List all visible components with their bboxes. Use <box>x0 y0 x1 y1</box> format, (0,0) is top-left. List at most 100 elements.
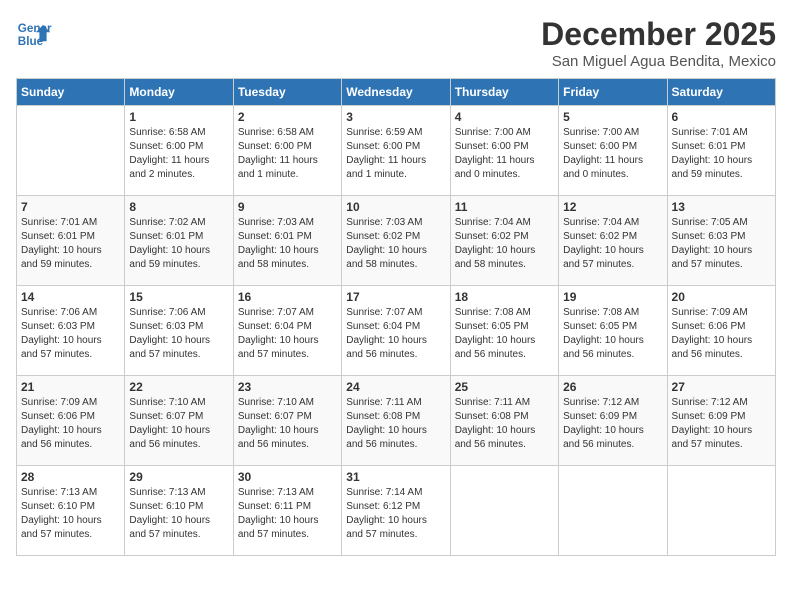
calendar-cell: 26 Sunrise: 7:12 AM Sunset: 6:09 PM Dayli… <box>559 376 667 466</box>
calendar-cell: 25 Sunrise: 7:11 AM Sunset: 6:08 PM Dayli… <box>450 376 558 466</box>
day-info: Sunrise: 7:03 AM Sunset: 6:01 PM Dayligh… <box>238 216 337 272</box>
day-number: 8 <box>129 200 228 214</box>
day-info: Sunrise: 7:06 AM Sunset: 6:03 PM Dayligh… <box>21 306 120 362</box>
day-number: 18 <box>455 290 554 304</box>
calendar-cell <box>559 466 667 556</box>
month-title: December 2025 <box>541 16 776 53</box>
day-number: 16 <box>238 290 337 304</box>
calendar-cell <box>667 466 775 556</box>
weekday-sunday: Sunday <box>17 79 125 106</box>
day-info: Sunrise: 7:10 AM Sunset: 6:07 PM Dayligh… <box>238 396 337 452</box>
calendar-cell: 22 Sunrise: 7:10 AM Sunset: 6:07 PM Dayli… <box>125 376 233 466</box>
calendar-cell: 12 Sunrise: 7:04 AM Sunset: 6:02 PM Dayli… <box>559 196 667 286</box>
day-number: 26 <box>563 380 662 394</box>
day-info: Sunrise: 7:13 AM Sunset: 6:10 PM Dayligh… <box>129 486 228 542</box>
day-number: 12 <box>563 200 662 214</box>
calendar-cell: 17 Sunrise: 7:07 AM Sunset: 6:04 PM Dayli… <box>342 286 450 376</box>
day-info: Sunrise: 7:08 AM Sunset: 6:05 PM Dayligh… <box>455 306 554 362</box>
calendar-cell: 19 Sunrise: 7:08 AM Sunset: 6:05 PM Dayli… <box>559 286 667 376</box>
day-info: Sunrise: 7:00 AM Sunset: 6:00 PM Dayligh… <box>455 126 554 182</box>
day-info: Sunrise: 7:05 AM Sunset: 6:03 PM Dayligh… <box>672 216 771 272</box>
day-number: 9 <box>238 200 337 214</box>
day-info: Sunrise: 7:07 AM Sunset: 6:04 PM Dayligh… <box>346 306 445 362</box>
day-info: Sunrise: 7:12 AM Sunset: 6:09 PM Dayligh… <box>563 396 662 452</box>
calendar-cell: 16Sunrise: 7:07 AM Sunset: 6:04 PM Dayli… <box>233 286 341 376</box>
calendar-cell: 10Sunrise: 7:03 AM Sunset: 6:02 PM Dayli… <box>342 196 450 286</box>
calendar-cell: 4Sunrise: 7:00 AM Sunset: 6:00 PM Daylig… <box>450 106 558 196</box>
day-info: Sunrise: 7:02 AM Sunset: 6:01 PM Dayligh… <box>129 216 228 272</box>
day-info: Sunrise: 7:10 AM Sunset: 6:07 PM Dayligh… <box>129 396 228 452</box>
day-info: Sunrise: 7:04 AM Sunset: 6:02 PM Dayligh… <box>563 216 662 272</box>
svg-text:General: General <box>18 22 52 35</box>
day-info: Sunrise: 7:13 AM Sunset: 6:10 PM Dayligh… <box>21 486 120 542</box>
day-info: Sunrise: 6:58 AM Sunset: 6:00 PM Dayligh… <box>238 126 337 182</box>
calendar-cell: 20 Sunrise: 7:09 AM Sunset: 6:06 PM Dayli… <box>667 286 775 376</box>
day-number: 25 <box>455 380 554 394</box>
calendar-cell: 28Sunrise: 7:13 AM Sunset: 6:10 PM Dayli… <box>17 466 125 556</box>
calendar-cell: 31 Sunrise: 7:14 AM Sunset: 6:12 PM Dayli… <box>342 466 450 556</box>
calendar-cell: 18 Sunrise: 7:08 AM Sunset: 6:05 PM Dayli… <box>450 286 558 376</box>
day-number: 1 <box>129 110 228 124</box>
day-number: 11 <box>455 200 554 214</box>
day-number: 19 <box>563 290 662 304</box>
calendar-cell: 7 Sunrise: 7:01 AM Sunset: 6:01 PM Daylig… <box>17 196 125 286</box>
day-number: 13 <box>672 200 771 214</box>
day-info: Sunrise: 7:00 AM Sunset: 6:00 PM Dayligh… <box>563 126 662 182</box>
day-number: 30 <box>238 470 337 484</box>
day-number: 6 <box>672 110 771 124</box>
day-number: 7 <box>21 200 120 214</box>
calendar-cell: 9 Sunrise: 7:03 AM Sunset: 6:01 PM Daylig… <box>233 196 341 286</box>
calendar-cell: 29Sunrise: 7:13 AM Sunset: 6:10 PM Dayli… <box>125 466 233 556</box>
calendar-cell: 14Sunrise: 7:06 AM Sunset: 6:03 PM Dayli… <box>17 286 125 376</box>
day-info: Sunrise: 7:14 AM Sunset: 6:12 PM Dayligh… <box>346 486 445 542</box>
day-info: Sunrise: 7:06 AM Sunset: 6:03 PM Dayligh… <box>129 306 228 362</box>
day-number: 22 <box>129 380 228 394</box>
calendar-week-3: 14Sunrise: 7:06 AM Sunset: 6:03 PM Dayli… <box>17 286 776 376</box>
day-number: 10 <box>346 200 445 214</box>
day-number: 24 <box>346 380 445 394</box>
calendar-cell: 13 Sunrise: 7:05 AM Sunset: 6:03 PM Dayli… <box>667 196 775 286</box>
logo: General Blue <box>16 16 52 52</box>
day-number: 17 <box>346 290 445 304</box>
calendar-cell: 23 Sunrise: 7:10 AM Sunset: 6:07 PM Dayli… <box>233 376 341 466</box>
day-number: 3 <box>346 110 445 124</box>
day-number: 31 <box>346 470 445 484</box>
calendar-cell: 5 Sunrise: 7:00 AM Sunset: 6:00 PM Daylig… <box>559 106 667 196</box>
calendar-cell: 2Sunrise: 6:58 AM Sunset: 6:00 PM Daylig… <box>233 106 341 196</box>
day-info: Sunrise: 7:09 AM Sunset: 6:06 PM Dayligh… <box>672 306 771 362</box>
day-number: 27 <box>672 380 771 394</box>
day-info: Sunrise: 7:12 AM Sunset: 6:09 PM Dayligh… <box>672 396 771 452</box>
weekday-saturday: Saturday <box>667 79 775 106</box>
calendar-cell: 21Sunrise: 7:09 AM Sunset: 6:06 PM Dayli… <box>17 376 125 466</box>
calendar-cell: 6 Sunrise: 7:01 AM Sunset: 6:01 PM Daylig… <box>667 106 775 196</box>
location-title: San Miguel Agua Bendita, Mexico <box>541 53 776 70</box>
calendar-table: SundayMondayTuesdayWednesdayThursdayFrid… <box>16 78 776 556</box>
weekday-wednesday: Wednesday <box>342 79 450 106</box>
weekday-header-row: SundayMondayTuesdayWednesdayThursdayFrid… <box>17 79 776 106</box>
calendar-cell: 11Sunrise: 7:04 AM Sunset: 6:02 PM Dayli… <box>450 196 558 286</box>
day-number: 21 <box>21 380 120 394</box>
weekday-tuesday: Tuesday <box>233 79 341 106</box>
calendar-cell: 15 Sunrise: 7:06 AM Sunset: 6:03 PM Dayli… <box>125 286 233 376</box>
day-info: Sunrise: 6:59 AM Sunset: 6:00 PM Dayligh… <box>346 126 445 182</box>
day-info: Sunrise: 7:08 AM Sunset: 6:05 PM Dayligh… <box>563 306 662 362</box>
day-number: 20 <box>672 290 771 304</box>
calendar-cell: 3 Sunrise: 6:59 AM Sunset: 6:00 PM Daylig… <box>342 106 450 196</box>
day-number: 15 <box>129 290 228 304</box>
day-number: 5 <box>563 110 662 124</box>
calendar-week-1: 1 Sunrise: 6:58 AM Sunset: 6:00 PM Daylig… <box>17 106 776 196</box>
day-info: Sunrise: 7:01 AM Sunset: 6:01 PM Dayligh… <box>672 126 771 182</box>
day-info: Sunrise: 7:11 AM Sunset: 6:08 PM Dayligh… <box>455 396 554 452</box>
calendar-week-5: 28Sunrise: 7:13 AM Sunset: 6:10 PM Dayli… <box>17 466 776 556</box>
calendar-cell: 24 Sunrise: 7:11 AM Sunset: 6:08 PM Dayli… <box>342 376 450 466</box>
calendar-week-2: 7 Sunrise: 7:01 AM Sunset: 6:01 PM Daylig… <box>17 196 776 286</box>
calendar-cell: 1Sunrise: 6:58 AM Sunset: 6:00 PM Daylig… <box>125 106 233 196</box>
day-number: 23 <box>238 380 337 394</box>
day-info: Sunrise: 7:13 AM Sunset: 6:11 PM Dayligh… <box>238 486 337 542</box>
day-info: Sunrise: 7:11 AM Sunset: 6:08 PM Dayligh… <box>346 396 445 452</box>
day-info: Sunrise: 7:01 AM Sunset: 6:01 PM Dayligh… <box>21 216 120 272</box>
calendar-cell: 27 Sunrise: 7:12 AM Sunset: 6:09 PM Dayli… <box>667 376 775 466</box>
calendar-cell: 30 Sunrise: 7:13 AM Sunset: 6:11 PM Dayli… <box>233 466 341 556</box>
calendar-cell: 8 Sunrise: 7:02 AM Sunset: 6:01 PM Daylig… <box>125 196 233 286</box>
logo-icon: General Blue <box>16 16 52 52</box>
